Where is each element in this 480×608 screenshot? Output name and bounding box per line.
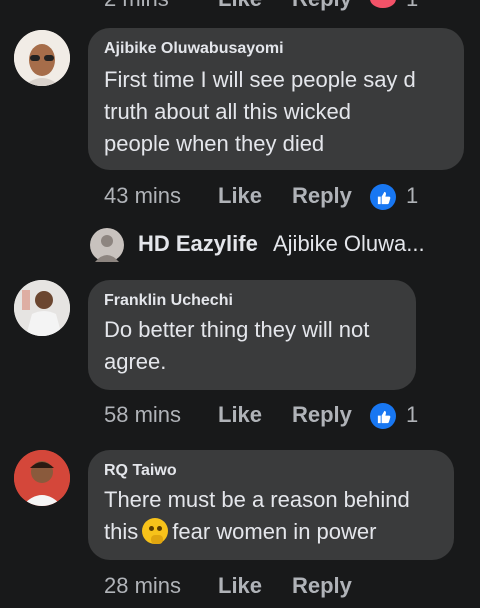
like-button[interactable]: Like	[218, 573, 262, 599]
user-photo-icon	[95, 235, 119, 262]
like-reaction-icon	[370, 184, 396, 210]
comment-text: There must be a reason behind this fear w…	[104, 484, 410, 548]
prev-like-button[interactable]: Like	[218, 0, 262, 12]
comment-author[interactable]: Franklin Uchechi	[104, 292, 233, 310]
reply-button[interactable]: Reply	[292, 402, 352, 428]
comment-text: Do better thing they will not agree.	[104, 314, 369, 378]
like-button[interactable]: Like	[218, 402, 262, 428]
comment-line: truth about all this wicked	[104, 99, 352, 124]
avatar[interactable]	[14, 30, 70, 86]
comment-time: 43 mins	[104, 183, 182, 208]
comment-line: Do better thing they will not	[104, 317, 370, 342]
comment-line: There must be a reason behind	[104, 487, 410, 512]
reply-preview-text[interactable]: Ajibike Oluwa...	[273, 231, 425, 257]
like-button[interactable]: Like	[218, 183, 262, 209]
avatar[interactable]	[14, 450, 70, 506]
comment-author[interactable]: RQ Taiwo	[104, 462, 177, 480]
comment-line: agree.	[104, 349, 167, 374]
prev-reply-button[interactable]: Reply	[292, 0, 352, 12]
comment-time: 28 mins	[104, 573, 182, 598]
avatar[interactable]	[14, 280, 70, 336]
reply-avatar[interactable]	[90, 228, 124, 262]
reply-author[interactable]: HD Eazylife	[138, 231, 258, 257]
prev-comment-time: 2 mins	[104, 0, 169, 12]
reply-button[interactable]: Reply	[292, 573, 352, 599]
reaction-count: 1	[406, 402, 419, 427]
user-photo-icon	[14, 450, 70, 506]
reaction-count: 1	[406, 183, 419, 208]
like-reaction-icon	[370, 403, 396, 429]
comment-author[interactable]: Ajibike Oluwabusayomi	[104, 40, 284, 58]
comment-line: First time I will see people say d	[104, 67, 416, 92]
comment-line: this fear women in power	[104, 516, 410, 548]
prev-reaction-count: 1	[406, 0, 418, 12]
comment-line: people when they died	[104, 131, 325, 156]
comment-text: First time I will see people say d truth…	[104, 64, 416, 160]
comment-word: this	[104, 519, 139, 544]
thinking-face-icon	[142, 518, 169, 544]
user-photo-icon	[14, 30, 70, 86]
comment-time: 58 mins	[104, 402, 182, 427]
user-photo-icon	[14, 280, 70, 336]
reply-button[interactable]: Reply	[292, 183, 352, 209]
comment-word: fear women in power	[172, 519, 377, 544]
reaction-icon	[370, 0, 396, 8]
